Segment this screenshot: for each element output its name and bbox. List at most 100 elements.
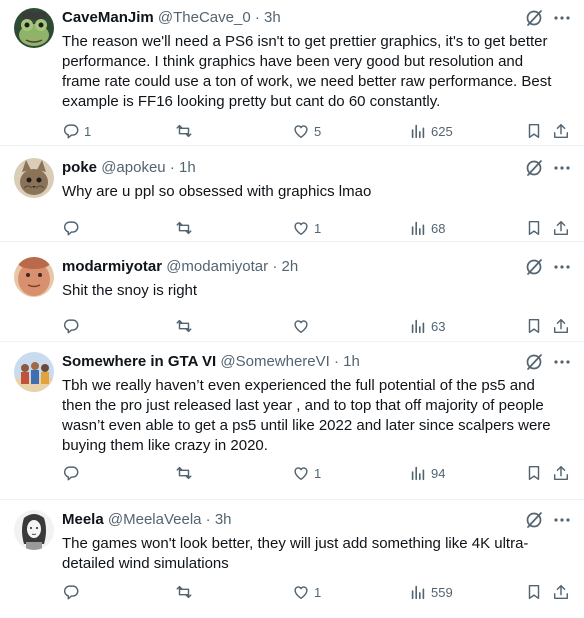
bookmark-button[interactable] (525, 218, 543, 238)
post-text: Why are u ppl so obsessed with graphics … (62, 183, 372, 200)
user-handle[interactable]: @apokeu (101, 159, 165, 176)
like-button[interactable]: 1 (292, 582, 321, 602)
separator-dot: · (169, 159, 175, 176)
display-name[interactable]: CaveManJim (62, 9, 154, 26)
grok-icon[interactable] (524, 158, 544, 178)
heart-icon (294, 125, 308, 139)
reply-icon (63, 124, 79, 139)
reply-button[interactable]: 1 (62, 121, 91, 141)
bookmark-button[interactable] (525, 463, 543, 483)
share-button[interactable] (552, 316, 570, 336)
reply-post[interactable]: modarmiyotar @modamiyotar · 2h Shit the … (0, 242, 584, 342)
reply-button[interactable] (62, 463, 84, 483)
share-button[interactable] (552, 121, 570, 141)
reply-button[interactable] (62, 218, 84, 238)
share-button[interactable] (552, 463, 570, 483)
frog-avatar[interactable] (14, 8, 54, 48)
bookmark-button[interactable] (525, 316, 543, 336)
group-avatar[interactable] (14, 352, 54, 392)
display-name[interactable]: poke (62, 159, 97, 176)
views-button[interactable]: 94 (409, 463, 445, 483)
reply-count: 1 (84, 123, 92, 139)
display-name[interactable]: Somewhere in GTA VI (62, 353, 216, 370)
repost-icon (176, 466, 192, 480)
display-name[interactable]: modarmiyotar (62, 258, 162, 275)
views-button[interactable]: 68 (409, 218, 445, 238)
like-count: 1 (314, 220, 322, 236)
post-header: Meela @MeelaVeela · 3h (62, 510, 232, 530)
repost-button[interactable] (175, 121, 197, 141)
separator-dot: · (205, 511, 211, 528)
like-count: 5 (314, 123, 322, 139)
post-text: The reason we'll need a PS6 isn't to get… (62, 33, 552, 110)
repost-icon (176, 124, 192, 138)
like-count: 1 (314, 584, 322, 600)
user-handle[interactable]: @TheCave_0 (158, 9, 251, 26)
sketch-avatar[interactable] (14, 510, 54, 550)
heart-icon (294, 586, 308, 600)
timestamp[interactable]: 3h (215, 511, 232, 528)
post-text: Tbh we really haven’t even experienced t… (62, 377, 551, 454)
post-header: poke @apokeu · 1h (62, 158, 196, 178)
views-icon (411, 585, 425, 600)
views-count: 94 (431, 465, 446, 481)
post-header: CaveManJim @TheCave_0 · 3h (62, 8, 281, 28)
grok-icon[interactable] (524, 257, 544, 277)
views-button[interactable]: 63 (409, 316, 445, 336)
more-options-icon[interactable] (552, 257, 572, 277)
bookmark-button[interactable] (525, 121, 543, 141)
more-options-icon[interactable] (552, 158, 572, 178)
action-bar: 1 5 625 (62, 121, 572, 141)
post-header: modarmiyotar @modamiyotar · 2h (62, 257, 298, 277)
share-icon (553, 465, 569, 481)
reply-post[interactable]: Meela @MeelaVeela · 3h The games won't l… (0, 500, 584, 618)
repost-button[interactable] (175, 582, 197, 602)
repost-button[interactable] (175, 218, 197, 238)
share-button[interactable] (552, 582, 570, 602)
views-button[interactable]: 559 (409, 582, 453, 602)
like-button[interactable]: 1 (292, 463, 321, 483)
user-handle[interactable]: @MeelaVeela (108, 511, 202, 528)
views-button[interactable]: 625 (409, 121, 453, 141)
reply-button[interactable] (62, 316, 84, 336)
user-handle[interactable]: @modamiyotar (166, 258, 268, 275)
more-options-icon[interactable] (552, 352, 572, 372)
share-icon (553, 123, 569, 139)
face-avatar[interactable] (14, 257, 54, 297)
reply-post[interactable]: CaveManJim @TheCave_0 · 3h The reason we… (0, 0, 584, 146)
share-icon (553, 318, 569, 334)
timestamp[interactable]: 3h (264, 9, 281, 26)
views-count: 625 (431, 123, 453, 139)
user-handle[interactable]: @SomewhereVI (220, 353, 329, 370)
like-button[interactable] (292, 316, 314, 336)
grok-icon[interactable] (524, 8, 544, 28)
views-icon (411, 466, 425, 481)
timestamp[interactable]: 1h (179, 159, 196, 176)
repost-button[interactable] (175, 463, 197, 483)
like-button[interactable]: 5 (292, 121, 321, 141)
display-name[interactable]: Meela (62, 511, 104, 528)
reply-post[interactable]: poke @apokeu · 1h Why are u ppl so obses… (0, 146, 584, 242)
separator-dot: · (334, 353, 339, 370)
grok-icon[interactable] (524, 510, 544, 530)
bookmark-icon (528, 318, 540, 334)
action-bar: 1 68 (62, 218, 572, 238)
reply-post[interactable]: Somewhere in GTA VI @SomewhereVI · 1h Tb… (0, 342, 584, 500)
grok-icon[interactable] (524, 352, 544, 372)
repost-button[interactable] (175, 316, 197, 336)
reply-icon (63, 466, 79, 481)
timestamp[interactable]: 2h (281, 258, 298, 275)
views-icon (411, 319, 425, 334)
reply-feed: CaveManJim @TheCave_0 · 3h The reason we… (0, 0, 584, 618)
cat-avatar[interactable] (14, 158, 54, 198)
views-count: 63 (431, 318, 446, 334)
more-options-icon[interactable] (552, 8, 572, 28)
reply-button[interactable] (62, 582, 84, 602)
more-options-icon[interactable] (552, 510, 572, 530)
bookmark-button[interactable] (525, 582, 543, 602)
reply-icon (63, 585, 79, 600)
views-icon (411, 124, 425, 139)
share-button[interactable] (552, 218, 570, 238)
like-button[interactable]: 1 (292, 218, 321, 238)
timestamp[interactable]: 1h (343, 353, 360, 370)
